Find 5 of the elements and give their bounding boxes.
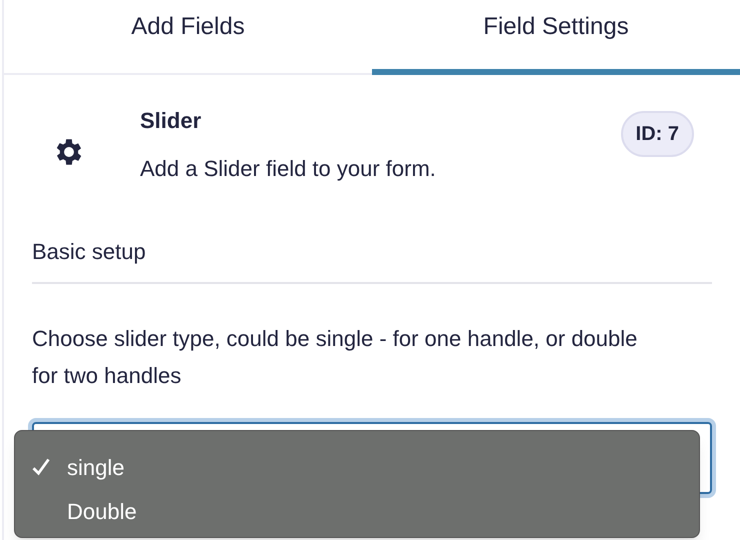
field-title: Slider xyxy=(140,107,202,135)
section-title: Basic setup xyxy=(32,235,712,284)
field-description: Add a Slider field to your form. xyxy=(140,155,437,183)
id-badge: ID: 7 xyxy=(620,111,694,157)
setting-description: Choose slider type, could be single - for one handle, or double for two handles xyxy=(32,325,638,390)
